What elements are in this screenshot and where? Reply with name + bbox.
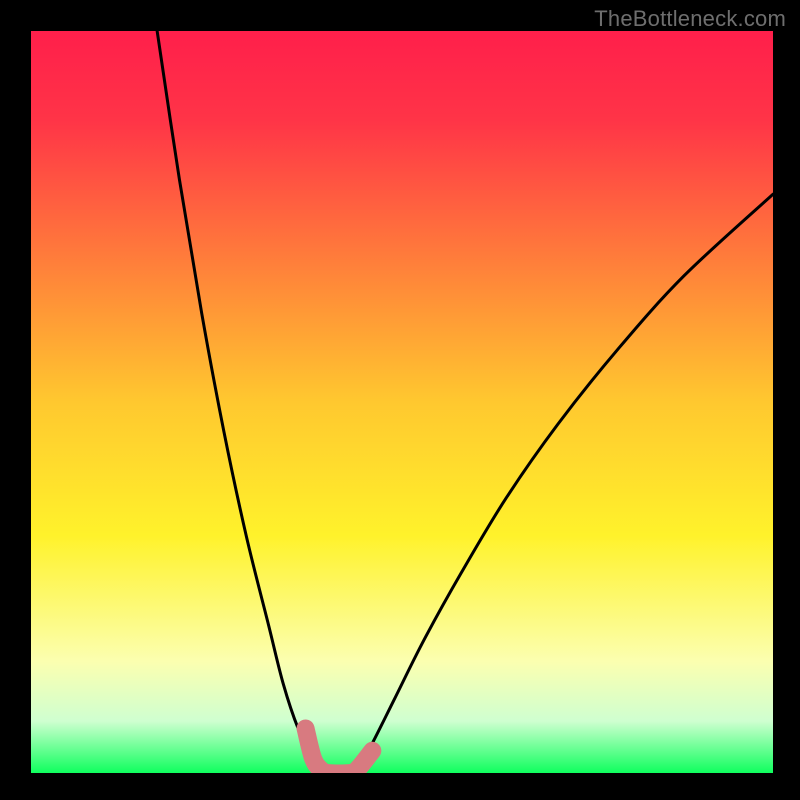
bottleneck-chart	[0, 0, 800, 800]
watermark-label: TheBottleneck.com	[594, 6, 786, 32]
plot-background	[31, 31, 773, 773]
chart-container: TheBottleneck.com	[0, 0, 800, 800]
